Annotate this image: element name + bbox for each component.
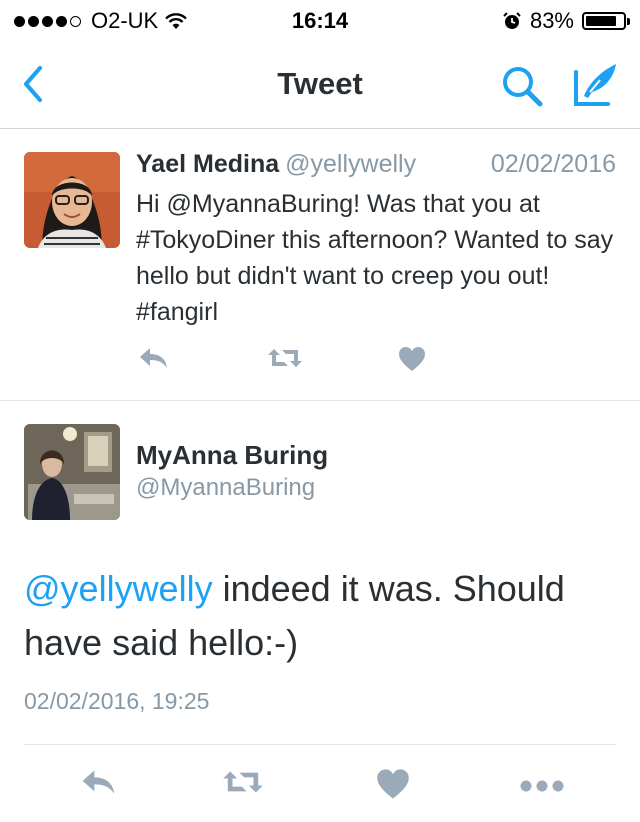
status-right: 83% [502, 8, 630, 34]
more-icon[interactable] [520, 780, 564, 792]
avatar[interactable] [24, 424, 120, 520]
author-handle[interactable]: @MyannaBuring [136, 474, 315, 502]
like-icon[interactable] [376, 768, 410, 800]
compose-icon[interactable] [570, 58, 622, 110]
battery-icon [582, 12, 630, 30]
reply-icon[interactable] [80, 768, 118, 796]
tweet-text: @yellywelly indeed it was. Should have s… [24, 562, 620, 670]
author-name[interactable]: MyAnna Buring [136, 440, 328, 471]
retweet-icon[interactable] [220, 768, 266, 796]
author-name[interactable]: Yael Medina [136, 150, 279, 178]
tweet-date: 02/02/2016 [490, 150, 616, 178]
navigation-bar: Tweet [0, 40, 640, 129]
tweet-text: Hi @MyannaBuring! Was that you at #Tokyo… [136, 190, 614, 326]
tweet-timestamp: 02/02/2016, 19:25 [24, 688, 210, 714]
mention-link[interactable]: @yellywelly [24, 568, 213, 609]
original-tweet[interactable]: Yael Medina @yellywelly 02/02/2016 Hi @My… [0, 128, 640, 401]
search-icon[interactable] [498, 62, 546, 110]
like-icon[interactable] [398, 346, 426, 372]
battery-percent: 83% [529, 8, 574, 33]
author-handle[interactable]: @yellywelly [285, 150, 416, 178]
status-bar: O2-UK 16:14 83% [0, 0, 640, 40]
alarm-icon [502, 11, 522, 31]
reply-icon[interactable] [138, 346, 170, 370]
tweet-header: Yael Medina @yellywelly 02/02/2016 [136, 150, 616, 179]
avatar[interactable] [24, 152, 120, 248]
retweet-icon[interactable] [266, 346, 304, 370]
divider [24, 744, 616, 745]
